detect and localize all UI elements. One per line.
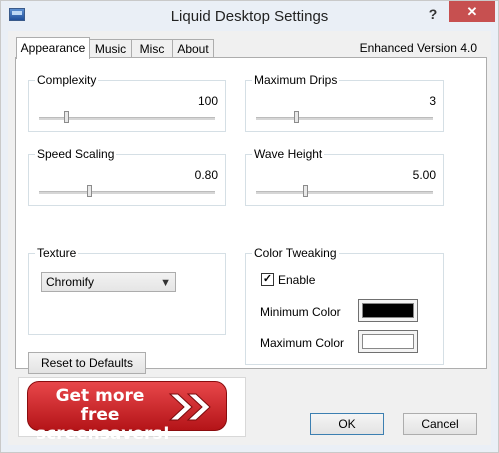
minimum-color-label: Minimum Color (260, 305, 341, 319)
texture-label: Texture (35, 246, 79, 260)
speed-scaling-group: Speed Scaling 0.80 (28, 147, 226, 206)
maximum-drips-slider-track[interactable] (256, 117, 433, 120)
maximum-drips-group: Maximum Drips 3 (245, 73, 444, 132)
enable-checkbox[interactable]: ✓ (261, 273, 274, 286)
appearance-panel: Complexity 100 Maximum Drips 3 Speed Sca… (15, 57, 487, 374)
tab-appearance[interactable]: Appearance (16, 37, 90, 59)
banner-pill: Get more free screensavers! (27, 381, 227, 444)
complexity-label: Complexity (35, 73, 99, 87)
maximum-color-swatch (362, 334, 414, 349)
minimum-color-button[interactable] (358, 299, 418, 322)
banner-text-line2: screensavers! (36, 424, 171, 444)
wave-height-slider-track[interactable] (256, 191, 433, 194)
screensavers-banner[interactable]: Get more free screensavers! (18, 377, 246, 444)
version-label: Enhanced Version 4.0 (359, 41, 477, 55)
wave-height-group: Wave Height 5.00 (245, 147, 444, 206)
speed-scaling-slider-thumb[interactable] (87, 185, 92, 197)
maximum-drips-slider-thumb[interactable] (294, 111, 299, 123)
maximum-drips-label: Maximum Drips (252, 73, 340, 87)
speed-scaling-value: 0.80 (194, 168, 218, 182)
tab-about[interactable]: About (172, 39, 214, 58)
complexity-group: Complexity 100 (28, 73, 226, 132)
double-chevron-icon (168, 393, 211, 421)
texture-dropdown[interactable]: Chromify ▼ (41, 272, 176, 292)
banner-text-line1: Get more free (55, 386, 145, 425)
settings-window: Liquid Desktop Settings ? ✕ Appearance M… (0, 0, 499, 453)
tab-music[interactable]: Music (89, 39, 132, 58)
close-button[interactable]: ✕ (449, 1, 495, 22)
complexity-value: 100 (197, 94, 218, 108)
texture-group: Texture Chromify ▼ (28, 246, 226, 335)
speed-scaling-slider-track[interactable] (39, 191, 215, 194)
maximum-drips-value: 3 (429, 94, 436, 108)
wave-height-label: Wave Height (252, 147, 325, 161)
wave-height-value: 5.00 (412, 168, 436, 182)
color-tweaking-group: Color Tweaking ✓ Enable Minimum Color Ma… (245, 246, 444, 365)
cancel-button[interactable]: Cancel (403, 413, 477, 435)
complexity-slider-thumb[interactable] (64, 111, 69, 123)
texture-selected-value: Chromify (46, 275, 95, 289)
help-button[interactable]: ? (421, 3, 445, 25)
ok-button[interactable]: OK (310, 413, 384, 435)
maximum-color-button[interactable] (358, 330, 418, 353)
tab-misc[interactable]: Misc (131, 39, 173, 58)
maximum-color-label: Maximum Color (260, 336, 345, 350)
chevron-down-icon: ▼ (160, 277, 171, 289)
wave-height-slider-thumb[interactable] (303, 185, 308, 197)
dialog-body: Appearance Music Misc About Enhanced Ver… (8, 31, 491, 445)
title-bar[interactable]: Liquid Desktop Settings ? ✕ (1, 1, 498, 31)
enable-label[interactable]: Enable (278, 273, 315, 287)
minimum-color-swatch (362, 303, 414, 318)
color-tweaking-label: Color Tweaking (252, 246, 339, 260)
speed-scaling-label: Speed Scaling (35, 147, 117, 161)
banner-text: Get more free screensavers! (36, 386, 171, 444)
reset-defaults-button[interactable]: Reset to Defaults (28, 352, 146, 374)
